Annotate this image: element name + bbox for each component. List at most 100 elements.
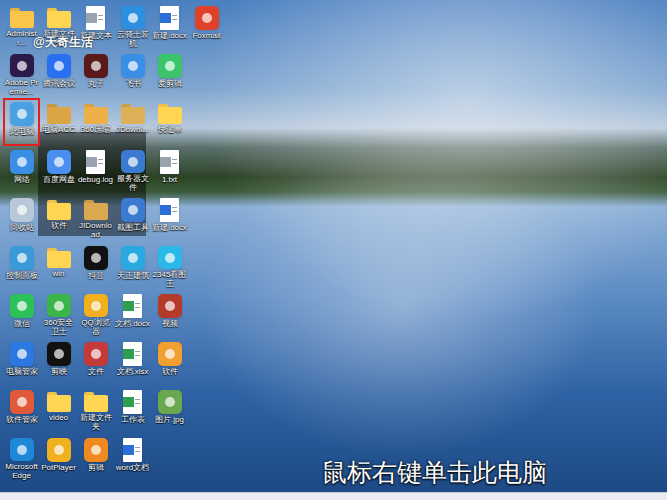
desktop-icon[interactable]: 剪映 [40, 338, 77, 386]
app-icon [158, 294, 182, 318]
icon-label: 1.txt [152, 175, 188, 184]
app-icon [195, 6, 219, 30]
caption: 鼠标右键单击此电脑 [322, 456, 547, 488]
desktop-icon[interactable]: 截图工具 [114, 194, 151, 242]
desktop-icon[interactable]: 软件 [151, 338, 188, 386]
document-icon [160, 150, 179, 174]
desktop-icon[interactable]: 新建文件夹 [77, 386, 114, 434]
app-icon [121, 54, 145, 78]
icon-label: 文档.docx [115, 319, 151, 328]
folder-icon [10, 8, 34, 28]
desktop-icon[interactable]: Adobe Premie... [3, 50, 40, 98]
desktop-icon[interactable]: JIDownload [77, 194, 114, 242]
icon-label: 软件 [152, 367, 188, 376]
desktop-icon[interactable]: 此电脑 [3, 98, 40, 146]
folder-icon [84, 200, 108, 220]
icon-row: 回收站软件JIDownload截图工具新建.docx [3, 194, 667, 242]
taskbar [0, 492, 667, 500]
desktop-icon[interactable]: 电脑ACC [40, 98, 77, 146]
icon-label: 天正建筑 [115, 271, 151, 280]
icon-label: 新建.docx [152, 31, 188, 40]
desktop-icon[interactable]: PotPlayer [40, 434, 77, 482]
desktop-icon[interactable]: 软件 [40, 194, 77, 242]
desktop-icon[interactable]: 2345看图王 [151, 242, 188, 290]
folder-icon [84, 392, 108, 412]
desktop-icon[interactable]: 工作表 [114, 386, 151, 434]
desktop-icon[interactable]: 抖音 [77, 242, 114, 290]
app-icon [47, 294, 71, 317]
desktop-icon[interactable]: debug.log [77, 146, 114, 194]
desktop-icon[interactable]: 软件管家 [3, 386, 40, 434]
desktop-icon[interactable]: 视频 [151, 290, 188, 338]
document-icon [123, 294, 142, 318]
icon-label: video [41, 413, 77, 422]
desktop-icon[interactable]: 剪辑 [77, 434, 114, 482]
icon-label: 360压缩 [78, 125, 114, 134]
desktop-icon[interactable]: 网络 [3, 146, 40, 194]
icon-label: 图片.jpg [152, 415, 188, 424]
desktop-icon[interactable]: 天正建筑 [114, 242, 151, 290]
desktop-icon[interactable]: QQ浏览器 [77, 290, 114, 338]
desktop-icon[interactable]: 新建.docx [151, 194, 188, 242]
desktop-icon[interactable]: 百度网盘 [40, 146, 77, 194]
desktop-icon[interactable]: Microsoft Edge [3, 434, 40, 482]
desktop-icon[interactable]: 服务器文件 [114, 146, 151, 194]
icon-label: debug.log [78, 175, 114, 184]
watermark: @天奇生活 [33, 33, 93, 51]
icon-label: 剪映 [41, 367, 77, 376]
app-icon [10, 390, 34, 414]
desktop-icon[interactable]: 360压缩 [77, 98, 114, 146]
icon-label: 百度网盘 [41, 175, 77, 184]
folder-icon [84, 104, 108, 124]
icon-label: win [41, 269, 77, 278]
desktop-icon[interactable]: 快递单 [151, 98, 188, 146]
desktop-icon[interactable]: 文档.docx [114, 290, 151, 338]
icon-label: 截图工具 [115, 223, 151, 232]
icon-label: 文件 [78, 367, 114, 376]
desktop-icon[interactable]: word文档 [114, 434, 151, 482]
desktop-icon[interactable]: 1.txt [151, 146, 188, 194]
desktop-icon[interactable]: 微信 [3, 290, 40, 338]
icon-label: Foxmail [189, 31, 225, 40]
icon-row: 控制面板win抖音天正建筑2345看图王 [3, 242, 667, 290]
desktop-icon[interactable]: 新建.docx [151, 2, 188, 50]
desktop-icon[interactable]: 爱剪辑 [151, 50, 188, 98]
app-icon [121, 150, 145, 173]
desktop-icon[interactable]: 文档.xlsx [114, 338, 151, 386]
desktop-icon[interactable]: 腾讯会议 [40, 50, 77, 98]
icon-label: 视频 [152, 319, 188, 328]
icon-label: 剪辑 [78, 463, 114, 472]
document-icon [123, 342, 142, 366]
desktop-icon[interactable]: 云骑士装机 [114, 2, 151, 50]
desktop-icon[interactable]: Foxmail [188, 2, 225, 50]
icon-label: 新建文件夹 [78, 413, 114, 431]
icon-label: JDownl... [115, 125, 151, 134]
app-icon [121, 6, 145, 29]
desktop-icon[interactable]: 图片.jpg [151, 386, 188, 434]
icon-label: word文档 [115, 463, 151, 472]
desktop-icon[interactable]: 丸子 [77, 50, 114, 98]
document-icon [86, 6, 105, 30]
app-icon [47, 342, 71, 366]
icon-label: 新建.docx [152, 223, 188, 232]
desktop-icon[interactable]: 360安全卫士 [40, 290, 77, 338]
icon-row: Administr...新建文件夹新建文本云骑士装机新建.docxFoxmail [3, 2, 667, 50]
desktop-icon[interactable]: 文件 [77, 338, 114, 386]
icon-label: 网络 [4, 175, 40, 184]
desktop-icon[interactable]: 电脑管家 [3, 338, 40, 386]
app-icon [10, 342, 34, 366]
desktop-icon[interactable]: win [40, 242, 77, 290]
app-icon [10, 150, 34, 174]
icon-label: 服务器文件 [115, 174, 151, 192]
app-icon [158, 342, 182, 366]
desktop-icon[interactable]: 回收站 [3, 194, 40, 242]
icon-label: QQ浏览器 [78, 318, 114, 336]
folder-icon [158, 104, 182, 124]
document-icon [160, 6, 179, 30]
desktop-icon[interactable]: JDownl... [114, 98, 151, 146]
desktop-icon[interactable]: 控制面板 [3, 242, 40, 290]
folder-icon [47, 248, 71, 268]
desktop-icon[interactable]: 飞书 [114, 50, 151, 98]
desktop-icon[interactable]: video [40, 386, 77, 434]
app-icon [10, 198, 34, 222]
